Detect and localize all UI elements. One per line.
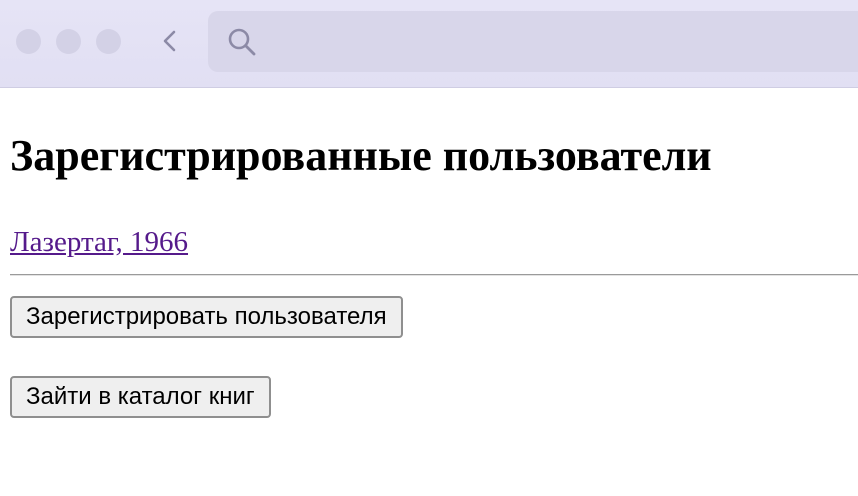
- divider: [10, 274, 858, 276]
- address-bar[interactable]: [208, 11, 858, 72]
- window-close-dot[interactable]: [16, 29, 41, 54]
- register-user-button[interactable]: Зарегистрировать пользователя: [10, 296, 403, 338]
- window-zoom-dot[interactable]: [96, 29, 121, 54]
- book-catalog-button[interactable]: Зайти в каталог книг: [10, 376, 271, 418]
- chevron-left-icon: [163, 30, 176, 52]
- page-title: Зарегистрированные пользователи: [10, 131, 712, 180]
- window-minimize-dot[interactable]: [56, 29, 81, 54]
- browser-toolbar: [0, 0, 858, 88]
- user-link[interactable]: Лазертаг, 1966: [10, 224, 188, 260]
- search-icon: [226, 26, 258, 58]
- back-button[interactable]: [156, 26, 184, 56]
